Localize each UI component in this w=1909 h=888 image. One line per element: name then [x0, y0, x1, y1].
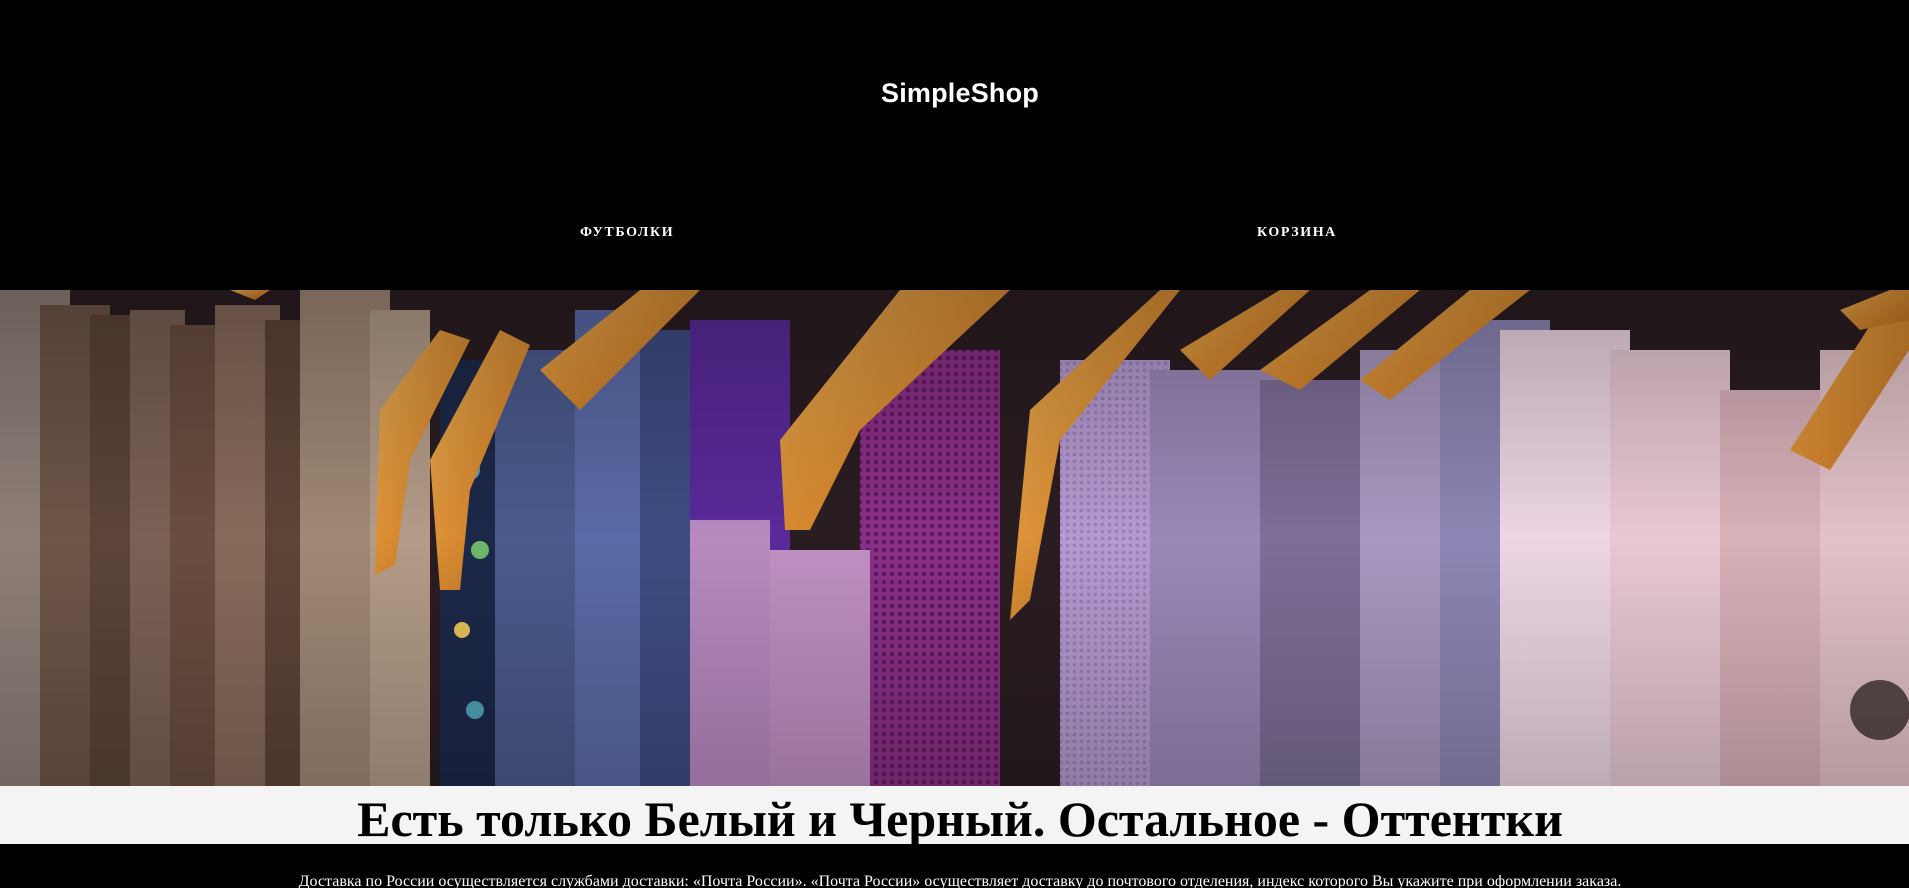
tagline-heading: Есть только Белый и Черный. Остальное - …: [357, 791, 1563, 847]
site-header: SimpleShop ФУТБОЛКИ КОРЗИНА: [0, 0, 1909, 290]
tagline-band: Есть только Белый и Черный. Остальное - …: [0, 786, 1909, 847]
brand-logo[interactable]: SimpleShop: [0, 78, 1909, 109]
delivery-info: Доставка по России осуществляется служба…: [298, 873, 1622, 888]
clothes-on-hangers-picture: [0, 290, 1909, 786]
nav-link-tshirts[interactable]: ФУТБОЛКИ: [580, 225, 674, 241]
nav-link-cart[interactable]: КОРЗИНА: [1257, 225, 1337, 241]
page: SimpleShop ФУТБОЛКИ КОРЗИНА Есть только …: [0, 0, 1909, 888]
hero-image: [0, 290, 1909, 786]
